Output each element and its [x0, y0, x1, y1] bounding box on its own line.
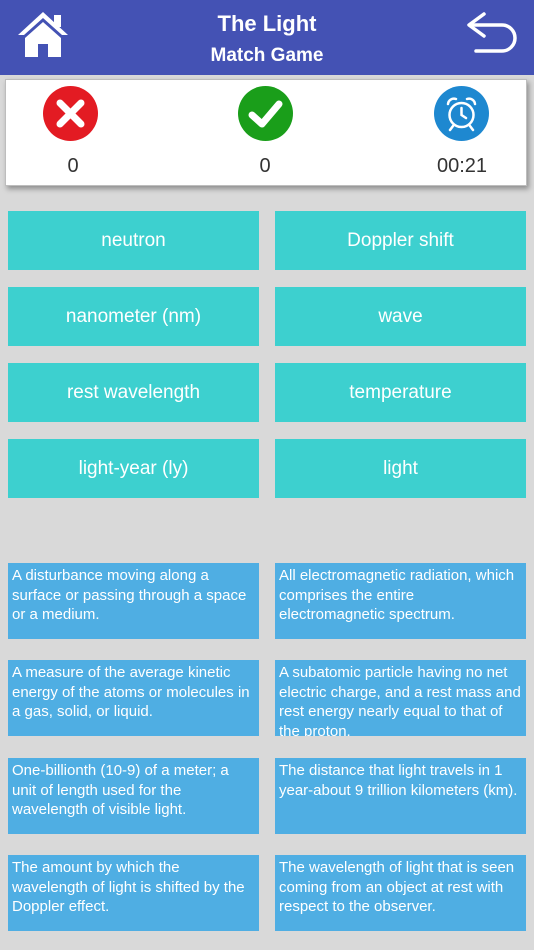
definition-tile[interactable]: A subatomic particle having no net elect…	[275, 660, 526, 736]
definition-tile[interactable]: A measure of the average kinetic energy …	[8, 660, 259, 736]
page-title: The Light	[217, 11, 317, 36]
check-icon	[238, 86, 293, 141]
definition-tile[interactable]: One-billionth (10-9) of a meter; a unit …	[8, 758, 259, 834]
definition-tile[interactable]: The distance that light travels in 1 yea…	[275, 758, 526, 834]
term-tile[interactable]: temperature	[275, 363, 526, 422]
definition-tile[interactable]: The amount by which the wavelength of li…	[8, 855, 259, 931]
back-arrow-icon[interactable]	[464, 10, 520, 54]
term-tile[interactable]: light	[275, 439, 526, 498]
score-panel: 0 0 00:21	[5, 79, 527, 186]
term-tile[interactable]: Doppler shift	[275, 211, 526, 270]
alarm-clock-icon	[434, 86, 489, 141]
wrong-count: 0	[67, 155, 79, 177]
page-subtitle: Match Game	[210, 45, 324, 66]
x-icon	[43, 86, 98, 141]
correct-count: 0	[259, 155, 271, 177]
definition-tile[interactable]: A disturbance moving along a surface or …	[8, 563, 259, 639]
definition-tile[interactable]: All electromagnetic radiation, which com…	[275, 563, 526, 639]
term-tile[interactable]: nanometer (nm)	[8, 287, 259, 346]
header-bar: The Light Match Game	[0, 0, 534, 75]
definition-tile[interactable]: The wavelength of light that is seen com…	[275, 855, 526, 931]
term-tile[interactable]: light-year (ly)	[8, 439, 259, 498]
term-tile[interactable]: wave	[275, 287, 526, 346]
term-tile[interactable]: neutron	[8, 211, 259, 270]
timer-value: 00:21	[436, 155, 488, 177]
term-tile[interactable]: rest wavelength	[8, 363, 259, 422]
